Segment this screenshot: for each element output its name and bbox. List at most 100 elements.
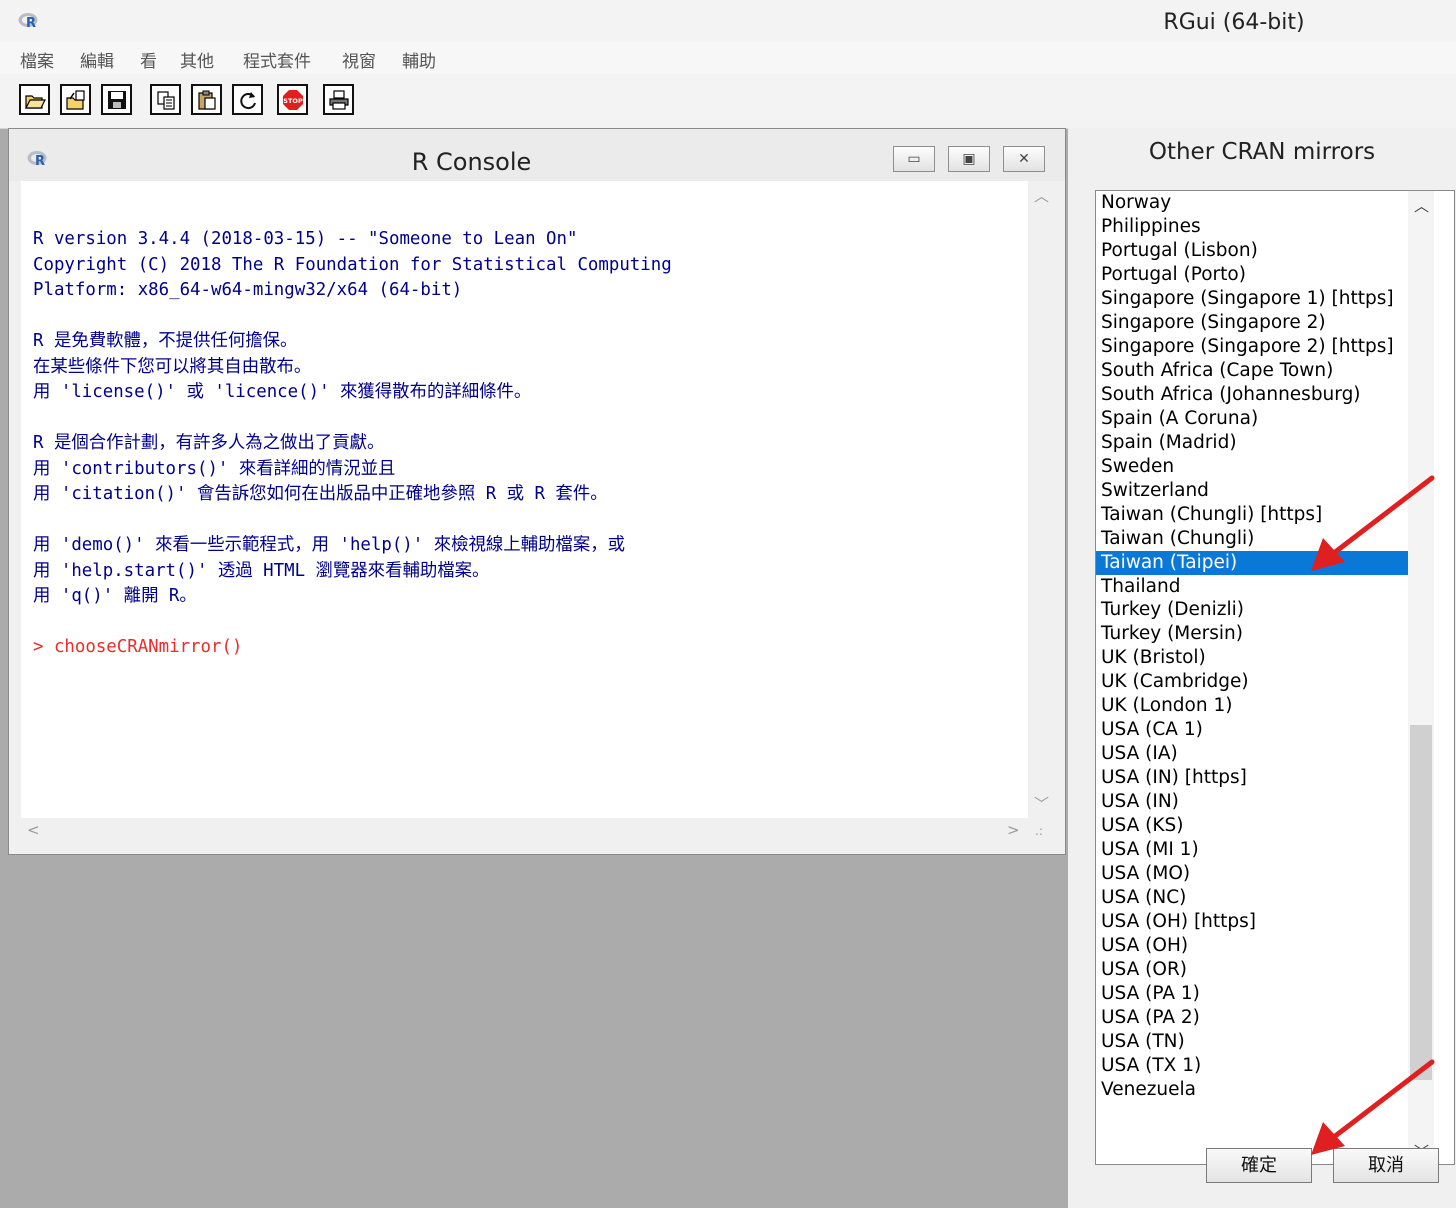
mirror-list-item[interactable]: USA (IN) [https] (1096, 766, 1408, 790)
mirror-list: Norway Philippines Portugal (Lisbon) Portug… (1096, 191, 1408, 1102)
print-button[interactable] (323, 84, 354, 115)
mirror-list-item[interactable]: UK (Bristol) (1096, 646, 1408, 670)
minimize-button[interactable]: ▭ (893, 146, 935, 172)
console-prompt-line[interactable]: > chooseCRANmirror() (33, 637, 242, 657)
mirror-list-item[interactable]: Taiwan (Taipei) (1096, 550, 1408, 575)
save-workspace-button[interactable] (101, 84, 132, 115)
mirror-list-item[interactable]: Singapore (Singapore 2) (1096, 311, 1408, 335)
mirror-list-item[interactable]: USA (NC) (1096, 886, 1408, 910)
mirror-list-item[interactable]: USA (TN) (1096, 1030, 1408, 1054)
dialog-title: Other CRAN mirrors (1148, 139, 1376, 165)
mirror-list-item[interactable]: South Africa (Johannesburg) (1096, 383, 1408, 407)
console-line: 在某些條件下您可以將其自由散布。 (33, 356, 312, 377)
console-line: 用 'license()' 或 'licence()' 來獲得散布的詳細條件。 (33, 382, 532, 402)
console-titlebar: R R Console ▭ ▣ ✕ (9, 129, 1065, 181)
console-line: Platform: x86_64-w64-mingw32/x64 (64-bit… (33, 280, 463, 300)
mirror-list-item[interactable]: Turkey (Mersin) (1096, 622, 1408, 646)
mirror-list-item[interactable]: USA (MI 1) (1096, 838, 1408, 862)
stop-icon: STOP (282, 89, 303, 110)
mirror-list-item[interactable]: USA (IA) (1096, 742, 1408, 766)
console-line: 用 'citation()' 會告訴您如何在出版品中正確地參照 R 或 R 套件… (33, 484, 608, 504)
mirror-list-item[interactable]: Switzerland (1096, 479, 1408, 503)
mirror-list-item[interactable]: USA (OH) (1096, 934, 1408, 958)
load-workspace-icon (65, 89, 85, 110)
save-disk-icon (107, 90, 126, 109)
r-console-window: R R Console ▭ ▣ ✕ R version 3.4.4 (2018-… (8, 128, 1066, 855)
scrollbar-thumb[interactable] (1410, 725, 1432, 1080)
mirror-list-item[interactable]: USA (TX 1) (1096, 1054, 1408, 1078)
mirror-list-item[interactable]: Spain (Madrid) (1096, 431, 1408, 455)
copy-button[interactable] (150, 84, 181, 115)
menu-misc[interactable]: 其他 (180, 47, 214, 72)
mirror-list-item[interactable]: UK (London 1) (1096, 694, 1408, 718)
console-vertical-scrollbar[interactable]: ︿ ﹀ (1028, 181, 1054, 818)
menu-packages[interactable]: 程式套件 (243, 47, 311, 72)
mirror-list-scrollbar[interactable]: ︿ ﹀ (1408, 191, 1434, 1164)
mirror-list-item[interactable]: USA (KS) (1096, 814, 1408, 838)
mirror-list-item[interactable]: Singapore (Singapore 1) [https] (1096, 287, 1408, 311)
ok-button[interactable]: 確定 (1206, 1148, 1312, 1183)
menu-bar: 檔案 編輯 看 其他 程式套件 視窗 輔助 (0, 42, 1456, 74)
mirror-list-item[interactable]: Singapore (Singapore 2) [https] (1096, 335, 1408, 359)
mirror-list-item[interactable]: Turkey (Denizli) (1096, 598, 1408, 622)
console-title: R Console (411, 148, 532, 176)
open-folder-icon (24, 94, 46, 109)
mirror-list-item[interactable]: Sweden (1096, 455, 1408, 479)
refresh-button[interactable] (232, 84, 263, 115)
menu-view[interactable]: 看 (140, 47, 157, 72)
copy-icon (156, 90, 175, 110)
mirror-list-item[interactable]: Taiwan (Chungli) [https] (1096, 503, 1408, 527)
mirror-list-item[interactable]: Portugal (Lisbon) (1096, 239, 1408, 263)
console-output[interactable]: R version 3.4.4 (2018-03-15) -- "Someone… (21, 181, 1028, 818)
mirror-list-item[interactable]: USA (OH) [https] (1096, 910, 1408, 934)
mirror-list-item[interactable]: Philippines (1096, 215, 1408, 239)
menu-file[interactable]: 檔案 (20, 47, 54, 72)
scroll-down-icon[interactable]: ﹀ (1034, 793, 1049, 814)
mirror-list-item[interactable]: USA (PA 1) (1096, 982, 1408, 1006)
mirror-list-item[interactable]: USA (CA 1) (1096, 718, 1408, 742)
mirror-list-item[interactable]: Venezuela (1096, 1078, 1408, 1102)
console-horizontal-scrollbar[interactable]: < > (21, 818, 1028, 844)
console-line: Copyright (C) 2018 The R Foundation for … (33, 254, 672, 275)
mirror-list-item[interactable]: USA (MO) (1096, 862, 1408, 886)
scroll-up-icon[interactable]: ︿ (1034, 185, 1049, 206)
menu-windows[interactable]: 視窗 (342, 47, 376, 72)
paste-button[interactable] (191, 84, 222, 115)
mirror-list-item[interactable]: UK (Cambridge) (1096, 670, 1408, 694)
mirror-list-item[interactable]: Thailand (1096, 575, 1408, 599)
maximize-icon: ▣ (962, 151, 976, 167)
console-line: 用 'contributors()' 來看詳細的情況並且 (33, 458, 396, 479)
mirror-list-item[interactable]: South Africa (Cape Town) (1096, 359, 1408, 383)
maximize-button[interactable]: ▣ (948, 146, 990, 172)
cancel-button[interactable]: 取消 (1333, 1148, 1439, 1183)
r-logo-icon: R (27, 151, 47, 168)
app-titlebar: R RGui (64-bit) (0, 0, 1456, 42)
refresh-icon (239, 91, 256, 109)
mirror-list-item[interactable]: USA (OR) (1096, 958, 1408, 982)
console-line: R 是個合作計劃，有許多人為之做出了貢獻。 (33, 433, 385, 453)
load-workspace-button[interactable] (60, 84, 91, 115)
mirror-list-item[interactable]: Portugal (Porto) (1096, 263, 1408, 287)
resize-grip-icon[interactable]: .: (1035, 824, 1043, 838)
printer-icon (328, 89, 349, 110)
open-script-button[interactable] (19, 84, 50, 115)
console-line: 用 'demo()' 來看一些示範程式，用 'help()' 來檢視線上輔助檔案… (33, 535, 625, 555)
mirror-list-item[interactable]: Norway (1096, 191, 1408, 215)
mirror-list-item[interactable]: Spain (A Coruna) (1096, 407, 1408, 431)
console-line: 用 'help.start()' 透過 HTML 瀏覽器來看輔助檔案。 (33, 560, 490, 581)
console-line: 用 'q()' 離開 R。 (33, 586, 197, 606)
stop-button[interactable]: STOP (277, 84, 308, 115)
close-icon: ✕ (1018, 151, 1030, 167)
close-button[interactable]: ✕ (1003, 146, 1045, 172)
menu-edit[interactable]: 編輯 (80, 47, 114, 72)
toolbar: STOP (0, 74, 1456, 129)
mirror-listbox[interactable]: Norway Philippines Portugal (Lisbon) Portug… (1095, 190, 1455, 1165)
cran-mirror-dialog: Other CRAN mirrors Norway Philippines Port… (1068, 128, 1456, 1208)
scroll-up-icon[interactable]: ︿ (1414, 195, 1429, 216)
scroll-right-icon[interactable]: > (1007, 821, 1020, 839)
mirror-list-item[interactable]: USA (IN) (1096, 790, 1408, 814)
mirror-list-item[interactable]: Taiwan (Chungli) (1096, 527, 1408, 551)
scroll-left-icon[interactable]: < (27, 821, 40, 839)
mirror-list-item[interactable]: USA (PA 2) (1096, 1006, 1408, 1030)
menu-help[interactable]: 輔助 (402, 47, 436, 72)
